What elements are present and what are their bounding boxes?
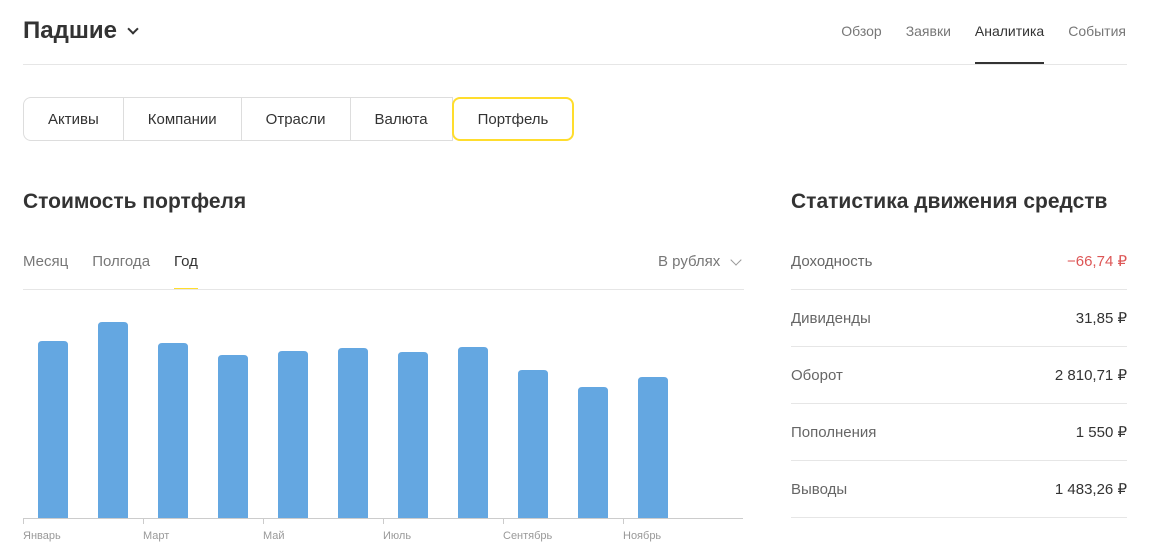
page-title[interactable]: Падшие <box>23 14 139 48</box>
stat-value: −66,74 ₽ <box>1066 253 1127 270</box>
nav-events[interactable]: События <box>1068 22 1126 63</box>
stat-row-withdrawals: Выводы 1 483,26 ₽ <box>791 461 1127 518</box>
stat-value: 1 483,26 ₽ <box>1054 481 1127 498</box>
chart-bar-8 <box>458 347 488 518</box>
currency-select[interactable]: В рублях <box>658 253 742 271</box>
chart-bar-7 <box>398 352 428 518</box>
chevron-down-icon <box>730 253 742 266</box>
portfolio-name: Падшие <box>23 17 117 44</box>
nav-orders[interactable]: Заявки <box>906 22 951 63</box>
stat-value: 1 550 ₽ <box>1075 424 1127 441</box>
chart-bar-1 <box>38 341 68 518</box>
stat-label: Доходность <box>791 252 873 270</box>
stat-label: Дивиденды <box>791 309 871 327</box>
x-tick-label: Январь <box>23 530 61 542</box>
stat-row-deposits: Пополнения 1 550 ₽ <box>791 404 1127 461</box>
chart-bar-2 <box>98 322 128 518</box>
tab-companies[interactable]: Компании <box>122 97 242 141</box>
tab-sectors[interactable]: Отрасли <box>240 97 351 141</box>
stat-value: 2 810,71 ₽ <box>1054 367 1127 384</box>
stat-label: Выводы <box>791 480 848 498</box>
top-nav: Обзор Заявки Аналитика События <box>841 22 1126 64</box>
chart-bar-11 <box>638 377 668 518</box>
x-tick-label: Сентябрь <box>503 530 553 542</box>
chart-bar-10 <box>578 387 608 518</box>
stat-label: Оборот <box>791 366 843 384</box>
stat-row-dividends: Дивиденды 31,85 ₽ <box>791 290 1127 347</box>
x-tick-label: Март <box>143 530 169 542</box>
stat-row-turnover: Оборот 2 810,71 ₽ <box>791 347 1127 404</box>
chart-bar-6 <box>338 348 368 518</box>
chevron-down-icon <box>127 23 139 35</box>
period-tab-month[interactable]: Месяц <box>23 253 68 290</box>
period-tab-half-year[interactable]: Полгода <box>92 253 150 290</box>
portfolio-value-chart: Январь Март Май Июль Сентябрь Ноябрь <box>23 322 743 542</box>
period-tabs: Месяц Полгода Год <box>23 253 198 290</box>
tab-assets[interactable]: Активы <box>23 97 124 141</box>
stat-row-yield: Доходность −66,74 ₽ <box>791 233 1127 290</box>
chart-bar-9 <box>518 370 548 518</box>
cash-flow-stats-title: Статистика движения средств <box>791 190 1108 213</box>
nav-analytics[interactable]: Аналитика <box>974 22 1045 64</box>
analytics-segment-tabs: Активы Компании Отрасли Валюта Портфель <box>23 97 575 141</box>
chart-bar-3 <box>158 343 188 518</box>
chart-bar-5 <box>278 351 308 518</box>
header-divider <box>23 64 1127 65</box>
stat-label: Пополнения <box>791 423 877 441</box>
currency-select-label: В рублях <box>658 253 721 270</box>
x-tick-label: Ноябрь <box>623 530 661 542</box>
period-tab-year[interactable]: Год <box>174 253 198 290</box>
tab-currency[interactable]: Валюта <box>349 97 453 141</box>
stat-value: 31,85 ₽ <box>1075 310 1127 327</box>
nav-overview[interactable]: Обзор <box>841 22 881 63</box>
chart-divider <box>23 289 744 290</box>
portfolio-value-title: Стоимость портфеля <box>23 190 247 213</box>
x-tick-label: Июль <box>383 530 411 542</box>
tab-portfolio[interactable]: Портфель <box>451 97 575 141</box>
cash-flow-stats-list: Доходность −66,74 ₽ Дивиденды 31,85 ₽ Об… <box>791 233 1127 518</box>
chart-bar-4 <box>218 355 248 518</box>
x-tick-label: Май <box>263 530 285 542</box>
